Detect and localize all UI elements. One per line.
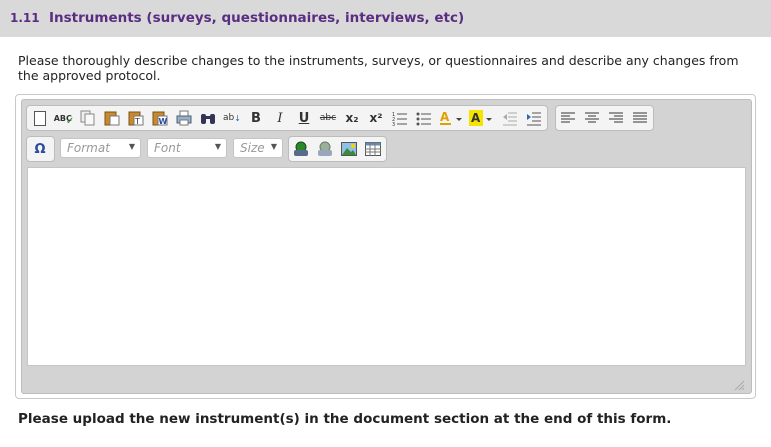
align-right-icon[interactable] [606,109,626,127]
svg-text:T: T [134,117,140,126]
bold-icon[interactable]: B [246,109,266,127]
section-description: Please thoroughly describe changes to th… [18,53,739,83]
link-icon[interactable] [291,140,311,158]
replace-icon[interactable]: ab ↓ [222,109,242,127]
strikethrough-icon[interactable]: abc [318,109,338,127]
toolbar-group-alignment [555,105,654,131]
align-left-icon[interactable] [558,109,578,127]
bulleted-list-icon[interactable] [414,109,434,127]
chevron-down-icon: ▼ [128,142,135,151]
numbered-list-icon[interactable]: 123 [390,109,410,127]
size-dropdown[interactable]: Size ▼ [233,138,283,158]
paste-text-icon[interactable]: T [126,109,146,127]
italic-icon[interactable]: I [270,109,290,127]
special-char-icon[interactable]: Ω [30,140,50,158]
outdent-icon[interactable] [500,109,520,127]
table-icon[interactable] [363,140,383,158]
resize-grip-icon[interactable] [733,376,745,391]
upload-instructions: Please upload the new instrument(s) in t… [18,411,672,427]
section-title: Instruments (surveys, questionnaires, in… [49,10,465,26]
subscript-icon[interactable]: x₂ [342,109,362,127]
new-page-icon[interactable] [30,109,50,127]
font-dropdown[interactable]: Font ▼ [147,138,227,158]
paste-word-icon[interactable]: W [150,109,170,127]
align-center-icon[interactable] [582,109,602,127]
justify-icon[interactable] [630,109,650,127]
find-icon[interactable] [198,109,218,127]
unlink-icon[interactable] [315,140,335,158]
underline-icon[interactable]: U [294,109,314,127]
copy-icon[interactable] [78,109,98,127]
svg-text:3: 3 [392,122,395,126]
toolbar-group-special-char: Ω [26,136,55,162]
print-icon[interactable] [174,109,194,127]
format-dropdown-label: Format [67,141,110,155]
superscript-icon[interactable]: x² [366,109,386,127]
toolbar-group-styles: Format ▼ Font ▼ Size ▼ [58,136,284,162]
chevron-down-icon: ▼ [214,142,221,151]
editor-content-area[interactable] [27,167,746,366]
svg-text:A: A [440,110,450,124]
section-number: 1.11 [10,11,40,25]
toolbar-group-insert [288,136,387,162]
toolbar-group-clipboard: ABC ✓ T W ab ↓ B I U abc x₂ x² 123 A A [26,105,548,131]
svg-text:W: W [159,117,168,126]
paste-icon[interactable] [102,109,122,127]
svg-text:A: A [471,111,481,125]
image-icon[interactable] [339,140,359,158]
font-dropdown-label: Font [154,141,181,155]
indent-icon[interactable] [524,109,544,127]
spellcheck-icon[interactable]: ABC ✓ [54,109,75,127]
background-color-icon[interactable]: A [468,109,494,127]
text-color-icon[interactable]: A [438,109,464,127]
section-header: 1.11 Instruments (surveys, questionnaire… [0,0,771,37]
size-dropdown-label: Size [240,141,265,155]
chevron-down-icon: ▼ [270,142,277,151]
format-dropdown[interactable]: Format ▼ [60,138,141,158]
